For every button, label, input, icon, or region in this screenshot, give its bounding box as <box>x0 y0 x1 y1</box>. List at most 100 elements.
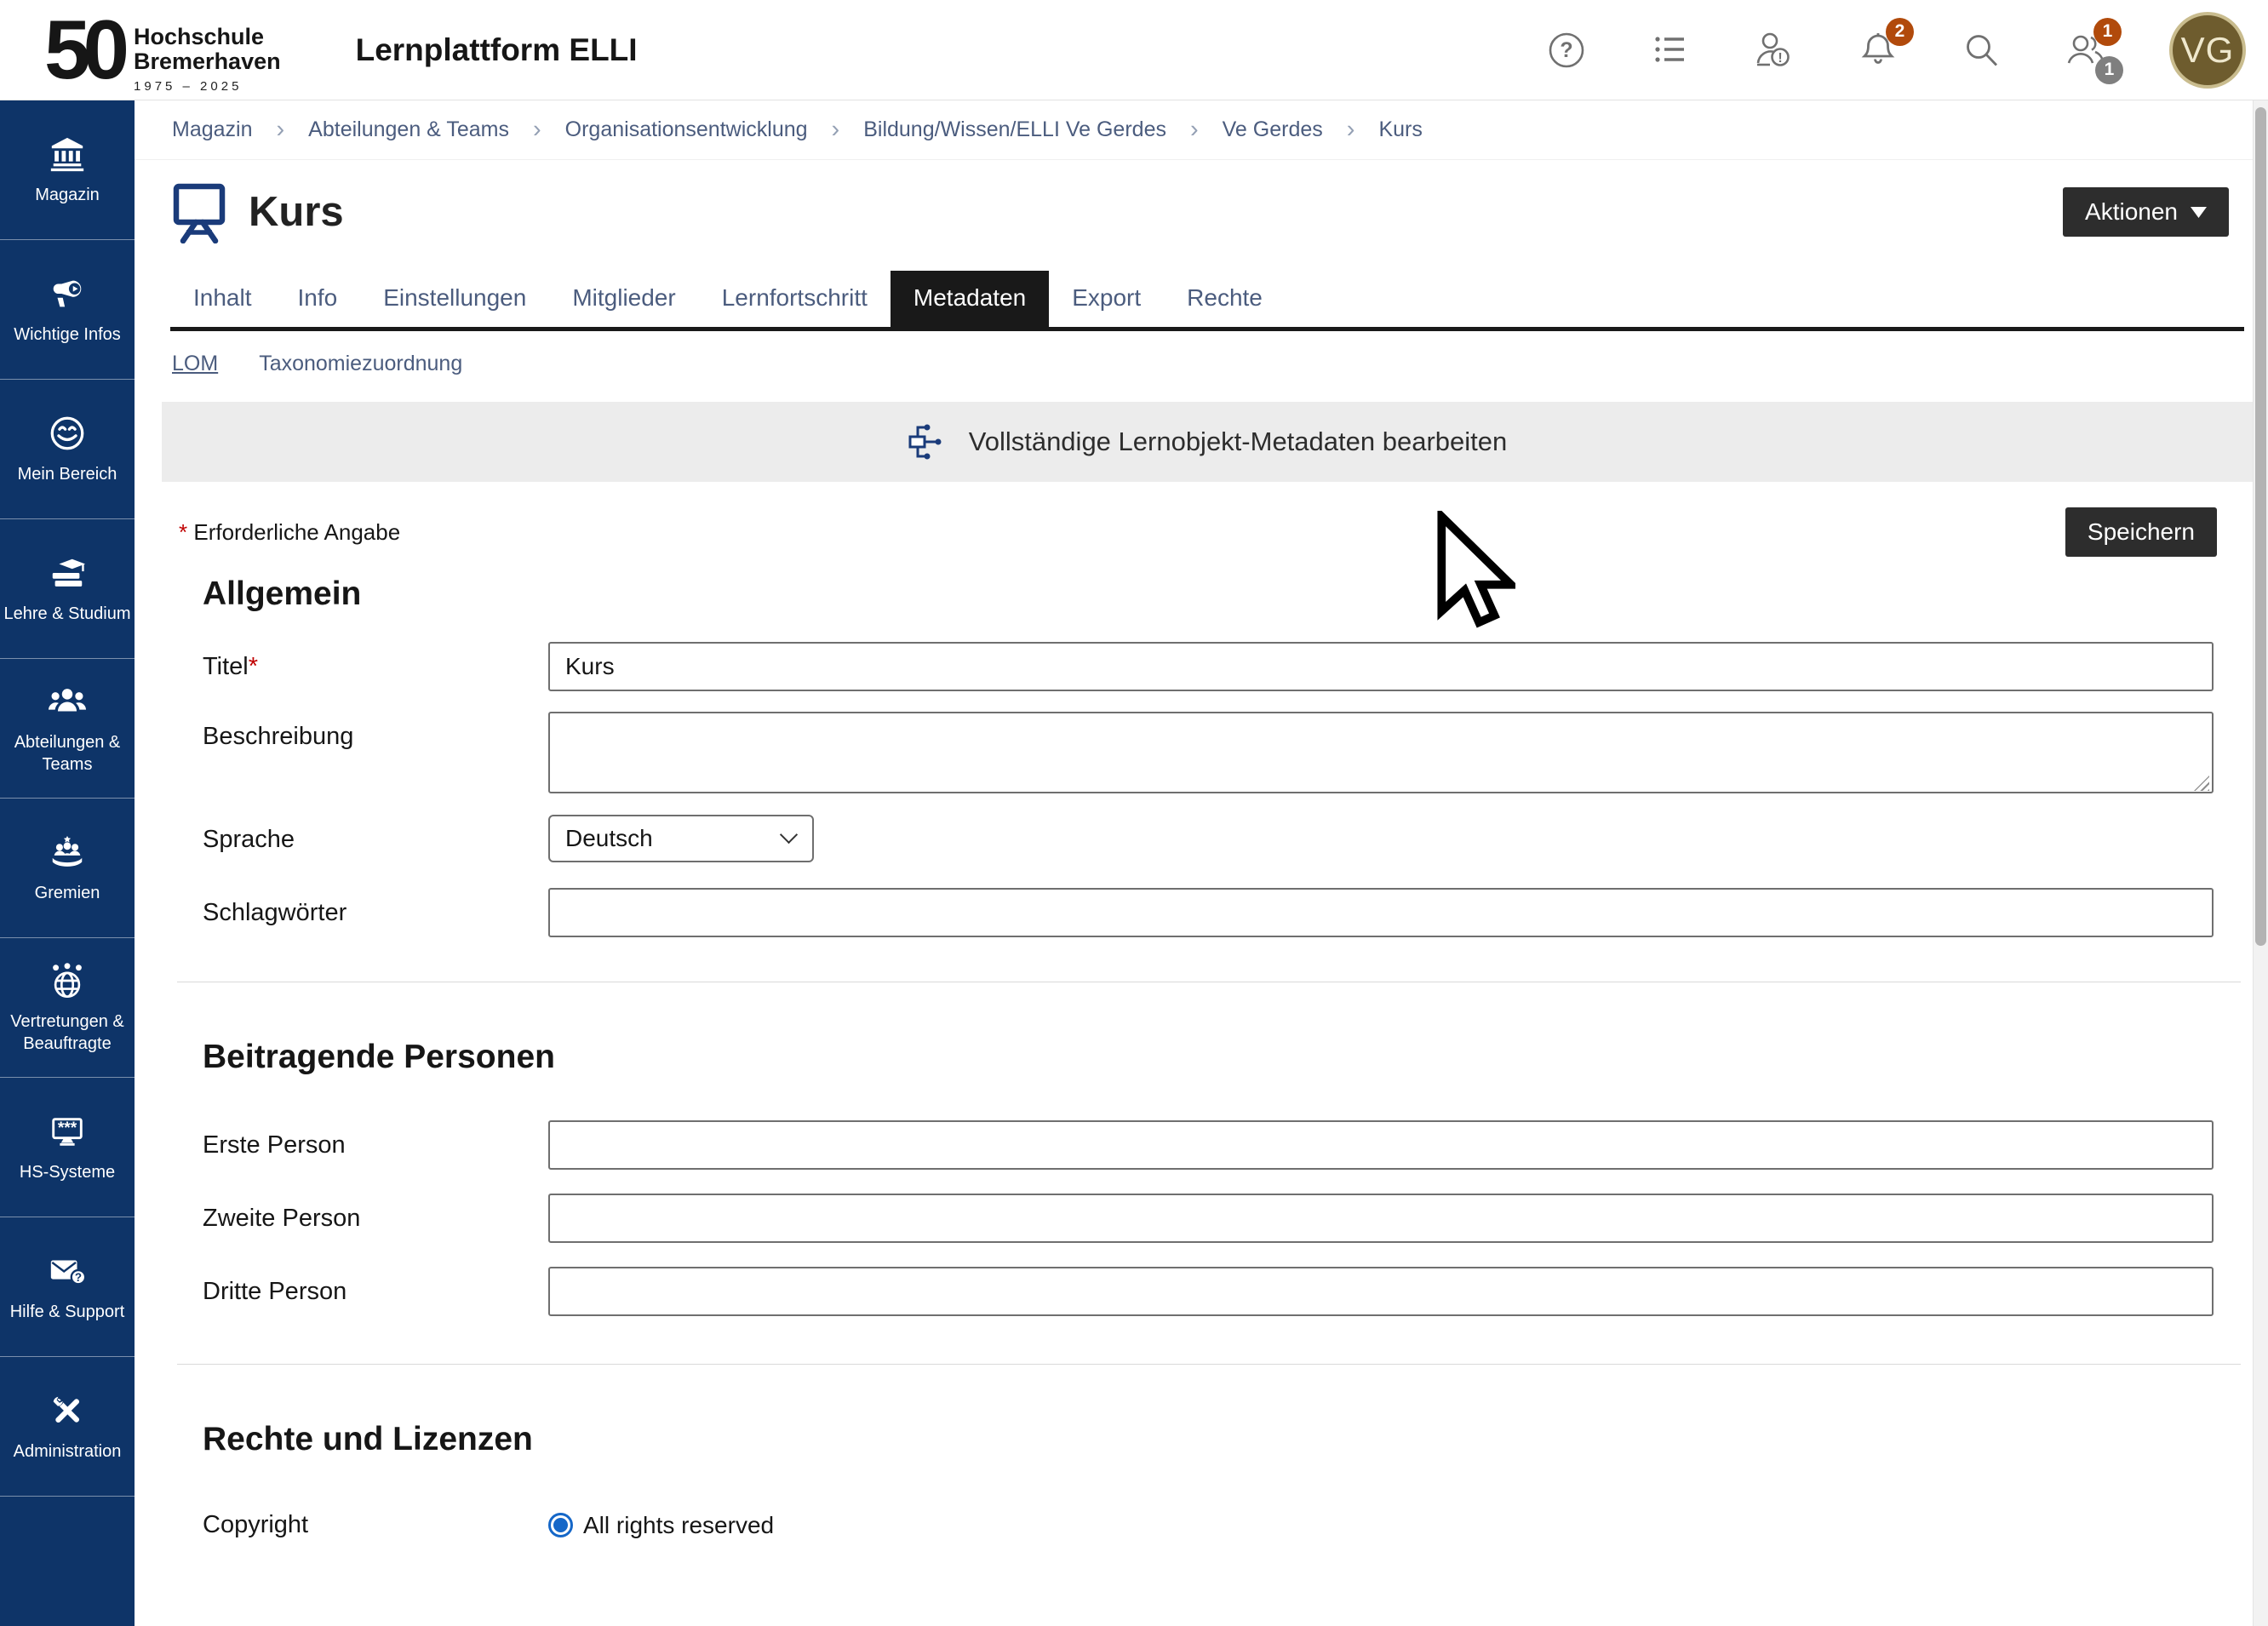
schlagwoerter-input[interactable] <box>548 888 2214 937</box>
actions-button[interactable]: Aktionen <box>2063 187 2229 237</box>
sprache-select[interactable]: Deutsch <box>548 815 814 862</box>
sidebar-item-hs-systeme[interactable]: *** HS-Systeme <box>0 1078 135 1217</box>
scrollbar-thumb[interactable] <box>2255 107 2266 946</box>
sidebar-item-wichtige-infos[interactable]: Wichtige Infos <box>0 240 135 380</box>
sidebar-item-gremien[interactable]: Gremien <box>0 799 135 938</box>
section-title-beitragende: Beitragende Personen <box>203 1039 2253 1076</box>
logo-line1: Hochschule <box>134 25 281 49</box>
bank-icon <box>48 135 87 174</box>
subtab-bar: LOM Taxonomiezuordnung <box>172 352 2253 376</box>
sidebar-item-label: HS-Systeme <box>20 1161 115 1183</box>
tab-inhalt[interactable]: Inhalt <box>170 271 275 327</box>
megaphone-icon <box>48 274 87 313</box>
globe-people-icon <box>48 961 87 1000</box>
form-row-beschreibung: Beschreibung <box>203 712 2214 798</box>
sidebar-item-label: Gremien <box>35 882 100 904</box>
tools-icon <box>48 1391 87 1430</box>
sidebar-item-label: Abteilungen & Teams <box>3 731 132 776</box>
sidebar-item-label: Lehre & Studium <box>4 603 131 625</box>
sidebar-item-magazin[interactable]: Magazin <box>0 100 135 240</box>
tab-info[interactable]: Info <box>275 271 361 327</box>
edit-full-metadata-banner[interactable]: Vollständige Lernobjekt-Metadaten bearbe… <box>162 402 2253 482</box>
sidebar-item-mein-bereich[interactable]: Mein Bereich <box>0 380 135 519</box>
tab-bar: Inhalt Info Einstellungen Mitglieder Ler… <box>170 271 2244 331</box>
header-icon-cluster: ? ! <box>1546 12 2246 89</box>
sidebar-item-administration[interactable]: Administration <box>0 1357 135 1497</box>
notifications-bell-icon[interactable]: 2 <box>1858 30 1899 71</box>
search-icon[interactable] <box>1962 30 2002 71</box>
breadcrumb-item[interactable]: Bildung/Wissen/ELLI Ve Gerdes <box>863 117 1166 142</box>
notifications-badge: 2 <box>1886 18 1914 46</box>
main-content: Magazin › Abteilungen & Teams › Organisa… <box>135 100 2253 1626</box>
tab-rechte[interactable]: Rechte <box>1164 271 1286 327</box>
subtab-lom[interactable]: LOM <box>172 352 218 376</box>
avatar[interactable]: VG <box>2169 12 2246 89</box>
svg-text:!: ! <box>1778 51 1782 66</box>
banner-label: Vollständige Lernobjekt-Metadaten bearbe… <box>969 427 1508 457</box>
breadcrumb-item[interactable]: Kurs <box>1378 117 1422 142</box>
breadcrumb: Magazin › Abteilungen & Teams › Organisa… <box>135 100 2253 160</box>
todo-list-icon[interactable] <box>1650 30 1691 71</box>
sidebar-item-abteilungen-teams[interactable]: Abteilungen & Teams <box>0 659 135 799</box>
help-icon[interactable]: ? <box>1546 30 1587 71</box>
committee-icon <box>48 833 87 872</box>
logo-line2: Bremerhaven <box>134 49 281 73</box>
course-board-icon <box>170 180 228 243</box>
top-header-bar: 50 Hochschule Bremerhaven 1975 – 2025 Le… <box>0 0 2268 100</box>
tab-lernfortschritt[interactable]: Lernfortschritt <box>699 271 891 327</box>
erste-person-label: Erste Person <box>203 1120 548 1170</box>
titel-input[interactable] <box>548 642 2214 691</box>
form-row-copyright: Copyright All rights reserved <box>203 1511 2214 1539</box>
required-asterisk: * <box>249 653 258 680</box>
dritte-person-input[interactable] <box>548 1267 2214 1316</box>
breadcrumb-separator: › <box>1190 116 1199 144</box>
breadcrumb-separator: › <box>277 116 285 144</box>
form-row-dritte-person: Dritte Person <box>203 1267 2214 1316</box>
schlagwoerter-label: Schlagwörter <box>203 888 548 937</box>
erste-person-input[interactable] <box>548 1120 2214 1170</box>
sidebar-item-hilfe-support[interactable]: ? Hilfe & Support <box>0 1217 135 1357</box>
people-group-icon <box>48 682 87 721</box>
required-note: * Erforderliche Angabe <box>179 519 400 546</box>
smiley-icon <box>48 414 87 453</box>
contacts-icon[interactable]: 1 1 <box>2065 30 2106 71</box>
dritte-person-label: Dritte Person <box>203 1267 548 1316</box>
app-window: 50 Hochschule Bremerhaven 1975 – 2025 Le… <box>0 0 2268 1626</box>
beschreibung-textarea[interactable] <box>548 712 2214 793</box>
breadcrumb-item[interactable]: Magazin <box>172 117 253 142</box>
university-logo: 50 Hochschule Bremerhaven 1975 – 2025 <box>44 6 281 94</box>
breadcrumb-item[interactable]: Ve Gerdes <box>1223 117 1323 142</box>
titel-label: Titel* <box>203 642 548 691</box>
breadcrumb-item[interactable]: Abteilungen & Teams <box>308 117 509 142</box>
subtab-taxonomiezuordnung[interactable]: Taxonomiezuordnung <box>259 352 462 376</box>
section-divider <box>177 1364 2241 1365</box>
tab-metadaten[interactable]: Metadaten <box>891 271 1049 327</box>
copyright-radio[interactable] <box>548 1513 573 1537</box>
contacts-badge-top: 1 <box>2093 18 2122 46</box>
sidebar-item-label: Magazin <box>35 184 100 206</box>
logo-years: 1975 – 2025 <box>134 79 281 94</box>
books-icon <box>48 553 87 593</box>
sidebar-item-label: Mein Bereich <box>18 463 117 485</box>
contacts-badge-bottom: 1 <box>2095 56 2123 84</box>
breadcrumb-separator: › <box>533 116 541 144</box>
svg-text:***: *** <box>58 1119 77 1136</box>
tab-einstellungen[interactable]: Einstellungen <box>360 271 549 327</box>
main-sidebar: Magazin Wichtige Infos Me <box>0 100 135 1626</box>
beschreibung-label: Beschreibung <box>203 712 548 798</box>
scrollbar-track[interactable] <box>2253 100 2268 1626</box>
required-asterisk: * <box>179 519 187 545</box>
section-title-rechte: Rechte und Lizenzen <box>203 1421 2253 1458</box>
form-row-zweite-person: Zweite Person <box>203 1194 2214 1243</box>
sidebar-item-lehre-studium[interactable]: Lehre & Studium <box>0 519 135 659</box>
zweite-person-input[interactable] <box>548 1194 2214 1243</box>
breadcrumb-item[interactable]: Organisationsentwicklung <box>565 117 808 142</box>
tab-mitglieder[interactable]: Mitglieder <box>549 271 698 327</box>
tab-export[interactable]: Export <box>1049 271 1164 327</box>
mail-question-icon: ? <box>48 1251 87 1291</box>
user-status-icon[interactable]: ! <box>1754 30 1795 71</box>
sidebar-item-label: Vertretungen & Beauftragte <box>3 1011 132 1055</box>
logo-50-mark: 50 <box>44 13 122 86</box>
sidebar-item-vertretungen[interactable]: Vertretungen & Beauftragte <box>0 938 135 1078</box>
save-button[interactable]: Speichern <box>2065 507 2217 557</box>
